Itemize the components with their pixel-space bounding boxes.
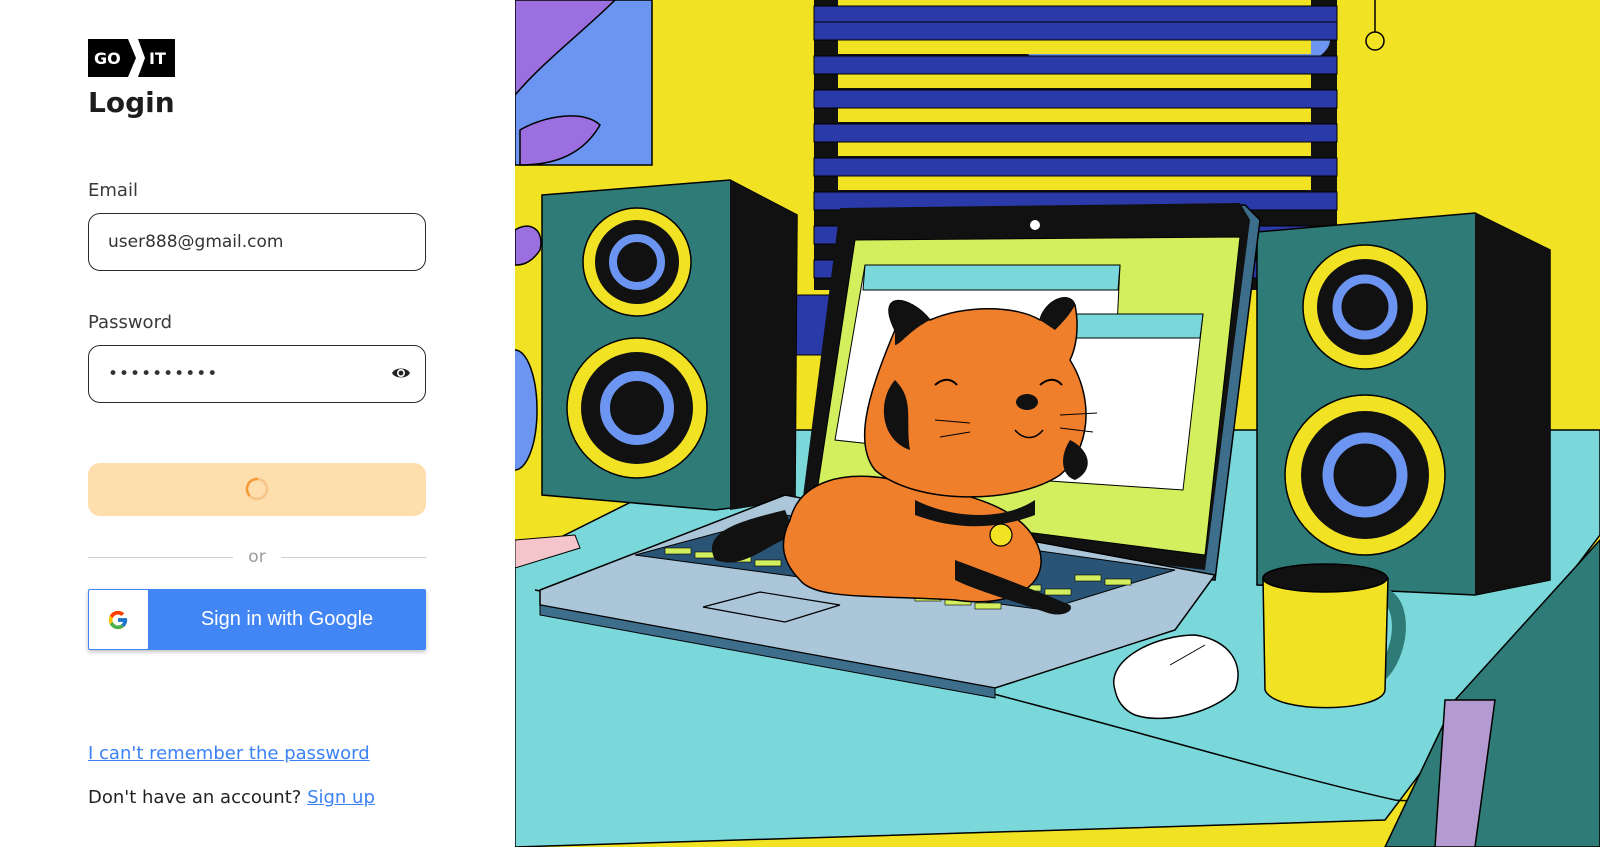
google-icon xyxy=(108,610,128,630)
login-submit-button[interactable] xyxy=(88,463,426,516)
logo-go-text: GO xyxy=(94,49,121,68)
eye-icon[interactable] xyxy=(391,365,411,381)
cat-laptop-illustration xyxy=(515,0,1600,847)
google-signin-label: Sign in with Google xyxy=(200,608,374,630)
right-speaker xyxy=(1256,212,1551,596)
login-panel: GO IT Login Email Password or xyxy=(0,0,515,847)
divider-text: or xyxy=(248,547,266,567)
email-field[interactable] xyxy=(88,213,426,271)
password-label: Password xyxy=(88,312,173,333)
email-label: Email xyxy=(88,180,138,201)
password-input[interactable] xyxy=(108,346,368,401)
google-signin-button[interactable]: Sign in with Google xyxy=(88,589,426,650)
no-account-text: Don't have an account? xyxy=(88,787,302,808)
password-field[interactable] xyxy=(88,345,426,403)
signup-row: Don't have an account? Sign up xyxy=(88,787,375,808)
spinner-icon xyxy=(245,477,269,501)
logo-it-text: IT xyxy=(149,49,166,68)
forgot-password-link[interactable]: I can't remember the password xyxy=(88,743,370,764)
go-it-logo[interactable]: GO IT xyxy=(88,39,175,77)
left-speaker xyxy=(541,179,798,511)
page-title: Login xyxy=(88,86,175,119)
google-icon-box xyxy=(89,590,148,649)
mug xyxy=(1262,563,1406,709)
email-input[interactable] xyxy=(108,214,368,269)
signup-link[interactable]: Sign up xyxy=(307,787,375,808)
illustration-panel xyxy=(515,0,1600,847)
or-divider: or xyxy=(88,547,426,567)
